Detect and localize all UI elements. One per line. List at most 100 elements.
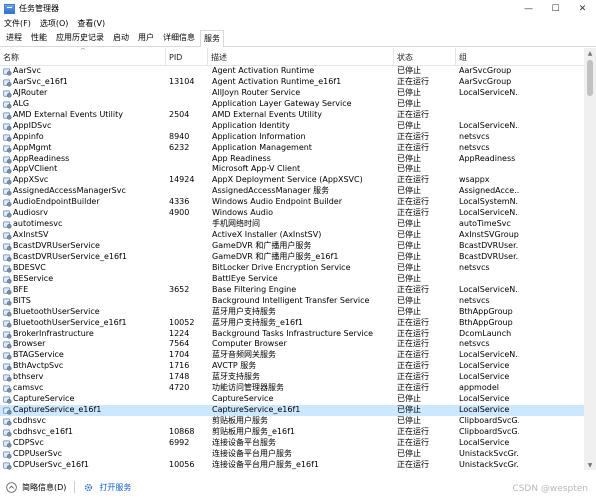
table-row[interactable]: BcastDVRUserService GameDVR 和广播用户服务 已停止 Bca… — [0, 241, 584, 252]
service-description: Background Tasks Infrastructure Service — [212, 328, 374, 338]
service-name: AppIDSvc — [13, 120, 52, 130]
table-row[interactable]: Browser 7564 Computer Browser 正在运行 netsvcs — [0, 339, 584, 350]
menu-options[interactable]: 选项(O) — [39, 18, 70, 29]
service-status: 已停止 — [397, 405, 421, 415]
table-row[interactable]: autotimesvc 手机网络时间 已停止 autoTimeSvc — [0, 219, 584, 230]
table-row[interactable]: CDPUserSvc 连接设备平台用户服务 已停止 UnistackSvcGr... — [0, 449, 584, 460]
column-header-pid[interactable]: PID — [166, 48, 208, 66]
service-name: BITS — [13, 295, 31, 305]
table-row[interactable]: Audiosrv 4900 Windows Audio 正在运行 LocalServic… — [0, 208, 584, 219]
service-icon — [3, 407, 12, 415]
close-button[interactable]: ✕ — [569, 0, 596, 17]
scroll-down-arrow-icon[interactable]: ▼ — [584, 460, 596, 470]
table-row[interactable]: BluetoothUserService 蓝牙用户支持服务 已停止 BthAppGro… — [0, 307, 584, 318]
service-icon — [3, 276, 12, 284]
service-description: 功能访问管理器服务 — [212, 383, 284, 393]
table-row[interactable]: ALG Application Layer Gateway Service 已停止 — [0, 99, 584, 110]
open-services-link[interactable]: 打开服务 — [99, 482, 131, 493]
service-description: 蓝牙支持服务 — [212, 372, 260, 382]
tab-startup[interactable]: 启动 — [109, 29, 133, 46]
service-group: AppReadiness — [459, 153, 516, 163]
service-status: 正在运行 — [397, 175, 429, 185]
table-row[interactable]: BDESVC BitLocker Drive Encryption Service… — [0, 263, 584, 274]
minimize-button[interactable]: — — [515, 0, 542, 17]
vertical-scrollbar[interactable]: ▲ ▼ — [584, 48, 596, 470]
table-row[interactable]: CDPSvc 6992 连接设备平台服务 正在运行 LocalService — [0, 438, 584, 449]
table-row[interactable]: AssignedAccessManagerSvc AssignedAccessMa… — [0, 186, 584, 197]
service-group: ClipboardSvcG... — [459, 426, 519, 436]
table-row[interactable]: cbdhsvc 剪贴板用户服务 已停止 ClipboardSvcG... — [0, 416, 584, 427]
table-row[interactable]: BTAGService 1704 蓝牙音频网关服务 正在运行 LocalServiceN… — [0, 350, 584, 361]
column-header-description[interactable]: 描述 — [208, 48, 394, 66]
service-group: netsvcs — [459, 339, 490, 349]
service-icon — [3, 199, 12, 207]
tab-processes[interactable]: 进程 — [2, 29, 26, 46]
table-row[interactable]: BcastDVRUserService_e16f1 GameDVR 和广播用户服务… — [0, 252, 584, 263]
tab-users[interactable]: 用户 — [134, 29, 158, 46]
service-status: 已停止 — [397, 241, 421, 250]
service-status: 正在运行 — [397, 459, 429, 469]
service-status: 已停止 — [397, 87, 421, 97]
service-group: LocalServiceN... — [459, 350, 519, 360]
table-row[interactable]: camsvc 4720 功能访问管理器服务 正在运行 appmodel — [0, 383, 584, 394]
service-description: AMD External Events Utility — [212, 109, 322, 119]
service-status: 正在运行 — [397, 197, 429, 207]
collapse-chevron-icon[interactable] — [6, 481, 17, 493]
table-row[interactable]: BrokerInfrastructure 1224 Background Tasks… — [0, 329, 584, 340]
tab-details[interactable]: 详细信息 — [159, 29, 199, 46]
table-row[interactable]: AJRouter AllJoyn Router Service 已停止 LocalSe… — [0, 88, 584, 99]
service-icon — [3, 101, 12, 109]
service-icon — [3, 396, 12, 404]
table-row[interactable]: AarSvc Agent Activation Runtime 已停止 AarSvcG… — [0, 66, 584, 77]
service-icon — [3, 429, 12, 437]
table-row[interactable]: AppIDSvc Application Identity 已停止 LocalServ… — [0, 121, 584, 132]
scroll-up-arrow-icon[interactable]: ▲ — [584, 48, 596, 58]
service-name: BDESVC — [13, 262, 46, 272]
table-row[interactable]: BluetoothUserService_e16f1 10052 蓝牙用户支持服务_… — [0, 318, 584, 329]
service-group: netsvcs — [459, 131, 490, 141]
table-row[interactable]: CDPUserSvc_e16f1 10056 连接设备平台用户服务_e16f1 正在运… — [0, 460, 584, 470]
table-row[interactable]: BEService BattlEye Service 已停止 — [0, 274, 584, 285]
service-status: 已停止 — [397, 186, 421, 196]
table-row[interactable]: AppReadiness App Readiness 已停止 AppReadiness — [0, 154, 584, 165]
tab-app-history[interactable]: 应用历史记录 — [52, 29, 108, 46]
table-row[interactable]: AMD External Events Utility 2504 AMD Exter… — [0, 110, 584, 121]
maximize-button[interactable]: ☐ — [542, 0, 569, 17]
service-group: netsvcs — [459, 295, 490, 305]
service-group: DcomLaunch — [459, 328, 512, 338]
service-status: 正在运行 — [397, 372, 429, 382]
service-name: AppXSvc — [13, 175, 49, 185]
service-icon — [3, 112, 12, 120]
scrollbar-thumb[interactable] — [587, 60, 593, 96]
table-row[interactable]: AarSvc_e16f1 13104 Agent Activation Runtim… — [0, 77, 584, 88]
service-status: 正在运行 — [397, 437, 429, 447]
less-details-link[interactable]: 简略信息(D) — [22, 482, 66, 493]
table-row[interactable]: AppXSvc 14924 AppX Deployment Service (App… — [0, 175, 584, 186]
service-description: AppX Deployment Service (AppXSVC) — [212, 175, 363, 185]
service-description: 蓝牙音频网关服务 — [212, 350, 276, 360]
table-row[interactable]: BITS Background Intelligent Transfer Serv… — [0, 296, 584, 307]
service-icon — [3, 309, 12, 317]
window-title: 任务管理器 — [19, 4, 59, 13]
service-icon — [3, 68, 12, 76]
column-header-group[interactable]: 组 — [456, 48, 584, 66]
table-row[interactable]: BFE 3652 Base Filtering Engine 正在运行 LocalSer… — [0, 285, 584, 296]
table-row[interactable]: BthAvctpSvc 1716 AVCTP 服务 正在运行 LocalService — [0, 361, 584, 372]
table-row[interactable]: CaptureService CaptureService 已停止 LocalServ… — [0, 394, 584, 405]
table-row[interactable]: bthserv 1748 蓝牙支持服务 正在运行 LocalService — [0, 372, 584, 383]
column-header-status[interactable]: 状态 — [394, 48, 456, 66]
service-name: BcastDVRUserService — [13, 241, 100, 250]
table-row[interactable]: cbdhsvc_e16f1 10868 剪贴板用户服务_e16f1 正在运行 Clipb… — [0, 427, 584, 438]
service-description: Microsoft App-V Client — [212, 164, 301, 174]
table-row[interactable]: AudioEndpointBuilder 4336 Windows Audio En… — [0, 197, 584, 208]
sort-ascending-icon: ^ — [80, 48, 86, 55]
menu-view[interactable]: 查看(V) — [76, 18, 106, 29]
menu-file[interactable]: 文件(F) — [3, 18, 32, 29]
table-row[interactable]: AppVClient Microsoft App-V Client 已停止 — [0, 164, 584, 175]
table-row[interactable]: AxInstSV ActiveX Installer (AxInstSV) 已停止 A… — [0, 230, 584, 241]
table-row[interactable]: Appinfo 8940 Application Information 正在运行 ne… — [0, 132, 584, 143]
tab-services[interactable]: 服务 — [200, 30, 224, 47]
table-row[interactable]: AppMgmt 6232 Application Management 正在运行 net… — [0, 143, 584, 154]
table-row[interactable]: CaptureService_e16f1 CaptureService_e16f1… — [0, 405, 584, 416]
tab-performance[interactable]: 性能 — [27, 29, 51, 46]
